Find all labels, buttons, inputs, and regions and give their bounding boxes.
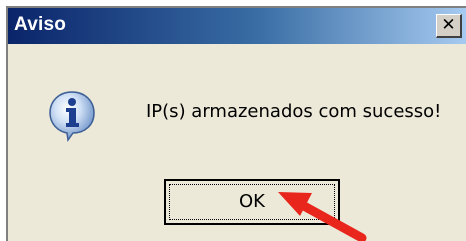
- red-arrow-annotation: [278, 192, 367, 241]
- title-bar[interactable]: Aviso ✕: [8, 8, 466, 44]
- aviso-dialog: Aviso ✕ IP(s) armazenados com sucesso! O…: [6, 6, 466, 241]
- close-icon: ✕: [441, 15, 456, 35]
- screenshot-frame: Aviso ✕ IP(s) armazenados com sucesso! O…: [0, 0, 466, 241]
- dialog-title: Aviso: [14, 14, 67, 35]
- information-icon: [49, 91, 95, 142]
- dialog-message: IP(s) armazenados com sucesso!: [146, 101, 442, 122]
- close-button[interactable]: ✕: [436, 14, 462, 38]
